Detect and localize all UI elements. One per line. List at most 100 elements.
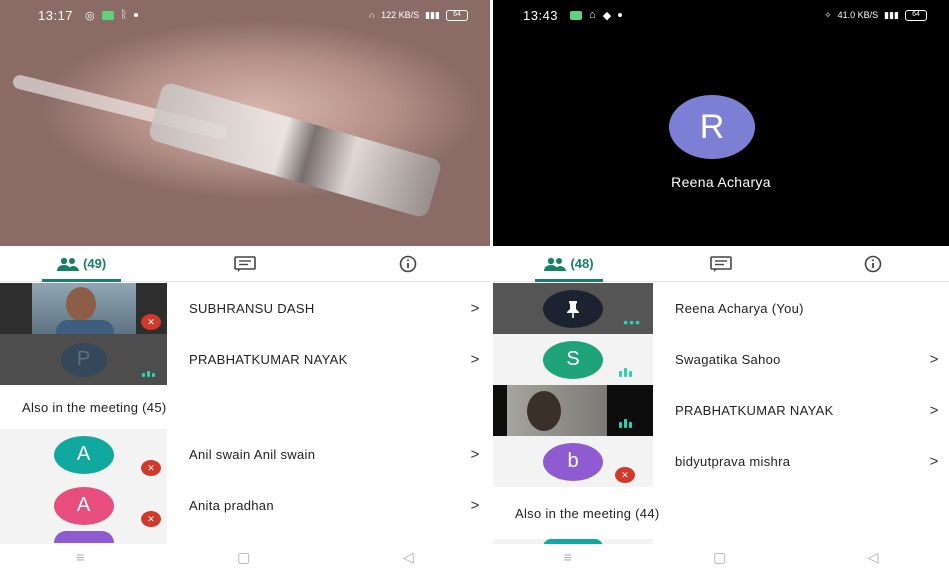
tab-chat[interactable]	[163, 246, 326, 282]
participant-name: Reena Acharya (You)	[675, 301, 804, 316]
speaking-indicator-icon	[142, 371, 155, 377]
list-item[interactable]: ✕ SUBHRANSU DASH >	[0, 283, 490, 334]
status-bar: 13:43 ⌂ ◆ ✧ 41.0 KB/S ▮▮▮ 64	[493, 0, 949, 30]
tab-people[interactable]: (49)	[0, 246, 163, 282]
meeting-tabs: (48)	[493, 246, 949, 282]
avatar: A	[53, 435, 114, 474]
main-video-feed[interactable]: R Reena Acharya	[493, 0, 949, 246]
chevron-right-icon[interactable]: >	[919, 453, 949, 470]
chat-icon	[234, 255, 256, 272]
whatsapp-icon: ◎	[85, 9, 95, 22]
participant-name: Anil swain Anil swain	[189, 447, 316, 462]
system-nav-bar: ≡ ▢ ◁	[0, 544, 490, 570]
list-item[interactable]: b ✕ bidyutprava mishra >	[493, 436, 949, 487]
list-item[interactable]: A ✕ Anil swain Anil swain >	[0, 429, 490, 480]
home-icon[interactable]: ▢	[237, 549, 250, 566]
participant-video-tile: •••	[493, 283, 653, 334]
participant-avatar-tile: A ✕	[0, 480, 167, 531]
participant-name: bidyutprava mishra	[675, 454, 791, 469]
people-count: (48)	[570, 256, 594, 271]
back-icon[interactable]: ◁	[868, 549, 879, 566]
participant-name: PRABHATKUMAR NAYAK	[675, 403, 834, 418]
info-icon	[400, 255, 417, 272]
participant-camera-feed	[507, 385, 607, 436]
mute-vibrate-icon: ✧	[824, 9, 832, 20]
mic-off-icon: ✕	[615, 467, 635, 483]
signal-icon: ▮▮▮	[425, 9, 440, 20]
participant-video-tile: ✕	[0, 283, 167, 334]
notification-icon: ᚱ	[120, 9, 128, 21]
participant-name: Anita pradhan	[189, 498, 274, 513]
speaker-name: Reena Acharya	[671, 174, 771, 190]
list-item[interactable]: P PRABHATKUMAR NAYAK >	[0, 334, 490, 385]
people-count: (49)	[83, 256, 107, 271]
lock-icon: ⌂	[589, 9, 596, 21]
more-notifications-dot-icon	[134, 13, 139, 17]
video-cable-blur	[147, 81, 443, 219]
tab-people[interactable]: (48)	[493, 246, 645, 282]
signal-icon: ▮▮▮	[884, 9, 899, 20]
list-item[interactable]: S Swagatika Sahoo >	[493, 334, 949, 385]
headset-icon: ∩	[368, 10, 376, 20]
speaker-avatar: R	[669, 95, 755, 159]
mic-off-icon: ✕	[141, 460, 161, 476]
more-notifications-dot-icon	[618, 13, 623, 17]
main-video-feed[interactable]	[0, 0, 490, 246]
participant-list: ✕ SUBHRANSU DASH > P PRABHATKUMAR NAYAK …	[0, 283, 490, 547]
chat-icon	[710, 255, 732, 272]
list-item[interactable]: PRABHATKUMAR NAYAK >	[493, 385, 949, 436]
avatar	[53, 531, 114, 543]
avatar: S	[543, 340, 603, 379]
left-phone-screen: 13:17 ◎ ᚱ ∩ 122 KB/S ▮▮▮ 64 (49) ✕ SUBHR…	[0, 0, 490, 570]
network-speed: 41.0 KB/S	[837, 10, 879, 20]
home-icon[interactable]: ▢	[713, 549, 726, 566]
pinned-avatar	[543, 289, 603, 328]
participant-camera-feed	[32, 283, 136, 334]
more-options-icon[interactable]: •••	[623, 315, 641, 329]
chevron-right-icon[interactable]: >	[919, 351, 949, 368]
battery-icon: 64	[446, 9, 468, 21]
status-time: 13:17	[38, 7, 74, 23]
participant-name: Swagatika Sahoo	[675, 352, 781, 367]
pin-icon	[567, 300, 579, 318]
back-icon[interactable]: ◁	[403, 549, 414, 566]
menu-icon[interactable]: ≡	[76, 549, 84, 565]
people-icon	[57, 257, 80, 271]
participant-avatar-tile: b ✕	[493, 436, 653, 487]
app-notification-icon	[570, 10, 583, 20]
list-item[interactable]: ••• Reena Acharya (You)	[493, 283, 949, 334]
list-item[interactable]: A ✕ Anita pradhan >	[0, 480, 490, 531]
tab-chat[interactable]	[645, 246, 797, 282]
avatar: P	[60, 342, 107, 377]
chevron-right-icon[interactable]: >	[460, 497, 490, 514]
avatar: b	[543, 442, 603, 481]
chevron-right-icon[interactable]: >	[460, 446, 490, 463]
chevron-right-icon[interactable]: >	[460, 351, 490, 368]
section-title: Also in the meeting (44)	[515, 505, 660, 521]
status-bar: 13:17 ◎ ᚱ ∩ 122 KB/S ▮▮▮ 64	[0, 0, 490, 30]
mic-off-icon: ✕	[141, 511, 161, 527]
right-phone-screen: R Reena Acharya 13:43 ⌂ ◆ ✧ 41.0 KB/S ▮▮…	[493, 0, 949, 570]
menu-icon[interactable]: ≡	[564, 549, 572, 565]
meeting-tabs: (49)	[0, 246, 490, 282]
battery-icon: 64	[905, 9, 927, 21]
participant-video-tile: P	[0, 334, 167, 385]
chevron-right-icon[interactable]: >	[919, 402, 949, 419]
network-speed: 122 KB/S	[381, 10, 420, 20]
gamepad-icon: ◆	[602, 9, 612, 22]
chevron-right-icon[interactable]: >	[460, 300, 490, 317]
avatar: A	[53, 486, 114, 525]
tab-info[interactable]	[327, 246, 490, 282]
participant-face	[527, 391, 561, 431]
participant-list: ••• Reena Acharya (You) S Swagatika Saho…	[493, 283, 949, 549]
tab-info[interactable]	[797, 246, 949, 282]
participant-face	[66, 287, 96, 321]
participant-video-tile	[493, 385, 653, 436]
participant-avatar-tile: S	[493, 334, 653, 385]
section-title: Also in the meeting (45)	[22, 399, 167, 415]
system-nav-bar: ≡ ▢ ◁	[493, 544, 949, 570]
status-time: 13:43	[523, 7, 559, 23]
participant-name: SUBHRANSU DASH	[189, 301, 315, 316]
speaking-indicator-icon	[619, 419, 632, 428]
app-notification-icon	[101, 10, 114, 20]
